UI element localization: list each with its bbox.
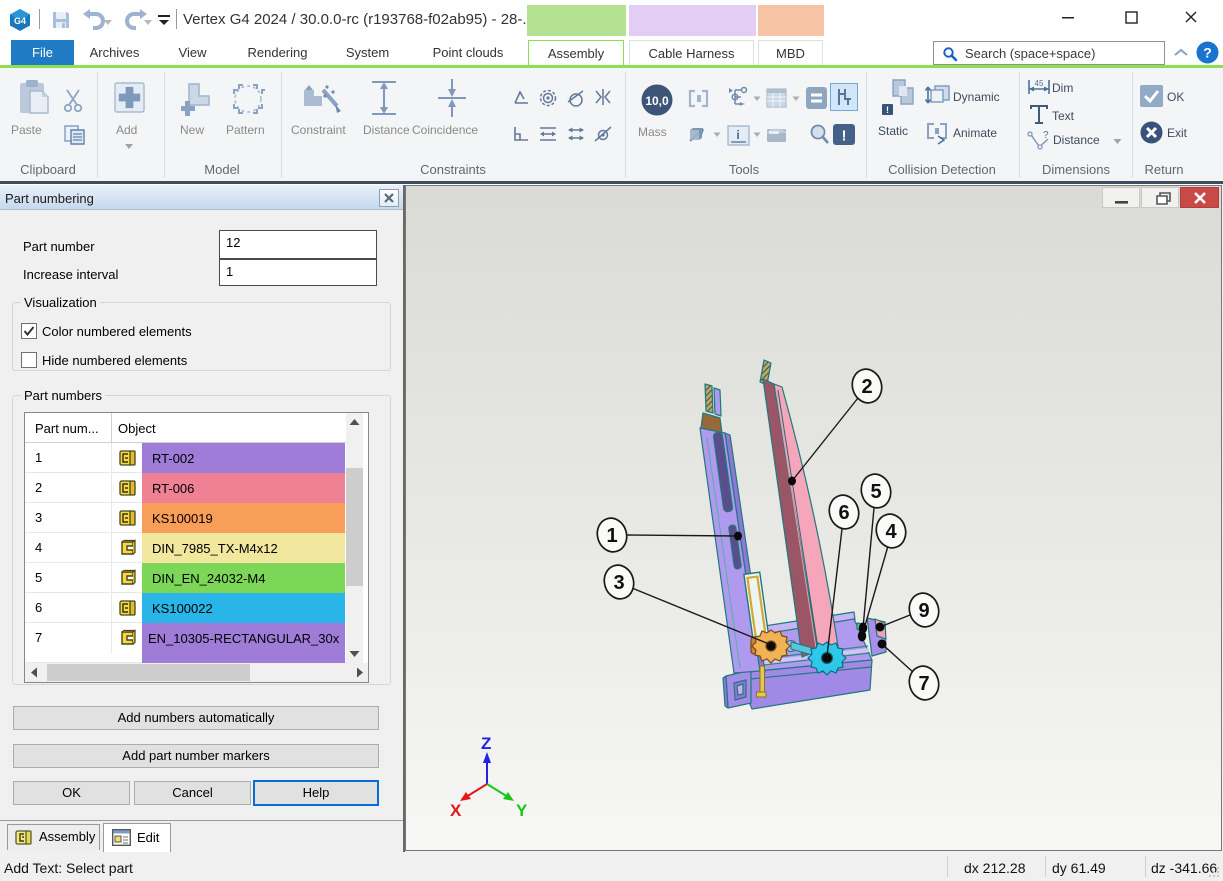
svg-text:2: 2 — [861, 376, 872, 398]
svg-text:5: 5 — [870, 481, 881, 503]
svg-text:X: X — [450, 801, 462, 820]
svg-text:10,0: 10,0 — [645, 94, 669, 108]
svg-text:1: 1 — [606, 525, 617, 547]
svg-text:Y: Y — [516, 801, 528, 820]
svg-text:!: ! — [842, 128, 847, 145]
svg-text:!: ! — [886, 105, 889, 115]
svg-text:7: 7 — [918, 673, 929, 695]
svg-text:Z: Z — [481, 734, 491, 753]
svg-text:45: 45 — [1035, 79, 1044, 88]
svg-text:9: 9 — [918, 600, 929, 622]
svg-text:?: ? — [1043, 130, 1049, 141]
svg-text:?: ? — [1203, 45, 1212, 61]
svg-text:6: 6 — [838, 502, 849, 524]
svg-text:G4: G4 — [14, 16, 26, 26]
svg-text:4: 4 — [885, 521, 897, 543]
svg-text:3: 3 — [613, 572, 624, 594]
svg-text:i: i — [736, 128, 739, 142]
